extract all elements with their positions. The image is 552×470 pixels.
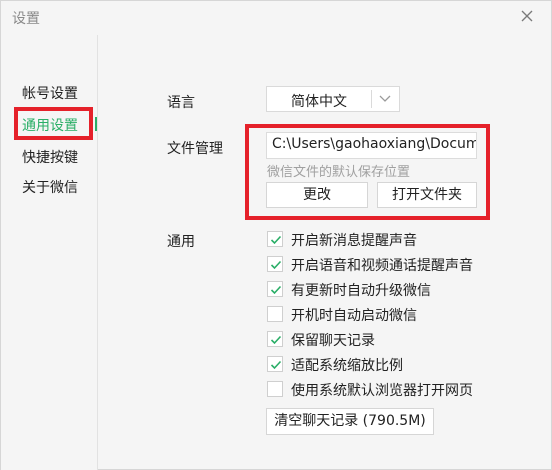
checkbox[interactable] (267, 306, 283, 322)
general-label: 通用 (167, 234, 195, 250)
option-label: 开启语音和视频通话提醒声音 (291, 258, 473, 274)
checkbox[interactable] (267, 281, 283, 297)
close-button[interactable] (515, 4, 539, 28)
language-select[interactable]: 简体中文 (266, 86, 400, 112)
option-label: 有更新时自动升级微信 (291, 283, 431, 299)
clear-history-button[interactable]: 清空聊天记录 (790.5M) (266, 408, 434, 435)
file-path-hint: 微信文件的默认保存位置 (267, 165, 411, 180)
checkmark-icon (270, 360, 282, 370)
file-management-label: 文件管理 (167, 141, 223, 157)
chevron-down-icon (379, 95, 391, 102)
checkbox[interactable] (267, 231, 283, 247)
checkbox[interactable] (267, 256, 283, 272)
checkmark-icon (270, 285, 282, 295)
file-path-field[interactable]: C:\Users\gaohaoxiang\Documents\WeChat Fi… (266, 132, 477, 159)
checkbox[interactable] (267, 356, 283, 372)
sidebar-item-shortcuts[interactable]: 快捷按键 (22, 147, 78, 167)
checkbox[interactable] (267, 381, 283, 397)
open-folder-button[interactable]: 打开文件夹 (377, 182, 477, 208)
option-label: 使用系统默认浏览器打开网页 (291, 383, 473, 399)
option-label: 开启新消息提醒声音 (291, 233, 417, 249)
language-selected-value: 简体中文 (291, 94, 347, 110)
checkmark-icon (270, 260, 282, 270)
close-icon (521, 10, 533, 22)
window-title: 设置 (12, 11, 40, 27)
language-label: 语言 (167, 95, 195, 111)
checkmark-icon (270, 235, 282, 245)
active-indicator (95, 117, 97, 131)
sidebar-item-about[interactable]: 关于微信 (22, 177, 78, 197)
option-label: 保留聊天记录 (291, 333, 375, 349)
settings-window: 设置 帐号设置 通用设置 快捷按键 关于微信 语言 简体中文 文件管理 C:\U… (0, 0, 552, 470)
sidebar-item-account[interactable]: 帐号设置 (22, 83, 78, 103)
checkmark-icon (270, 335, 282, 345)
change-button[interactable]: 更改 (266, 182, 368, 208)
sidebar-item-general[interactable]: 通用设置 (22, 115, 78, 135)
option-label: 开机时自动启动微信 (291, 308, 417, 324)
checkbox[interactable] (267, 331, 283, 347)
title-bar: 设置 (1, 1, 551, 35)
option-label: 适配系统缩放比例 (291, 358, 403, 374)
select-divider (371, 90, 372, 108)
